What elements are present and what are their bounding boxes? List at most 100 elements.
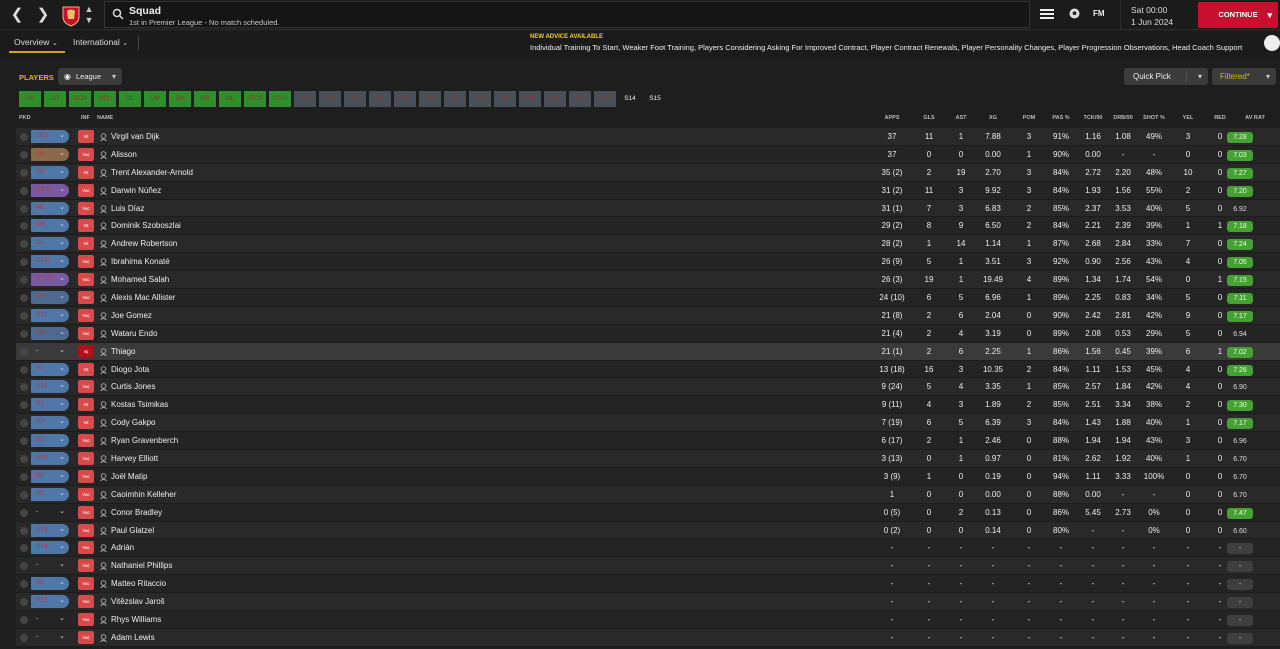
player-name[interactable]: Adam Lewis bbox=[111, 633, 155, 642]
select-radio[interactable] bbox=[20, 598, 28, 607]
chevron-down-icon[interactable]: ▾ bbox=[1198, 68, 1202, 85]
table-row[interactable]: S3 ⌄ Int Cody Gakpo 7 (19) 6 5 6.39 3 84% 1.43 1.88… bbox=[16, 414, 1280, 433]
position-button[interactable]: S15 bbox=[644, 91, 666, 107]
status-badge[interactable]: Vac bbox=[78, 505, 94, 519]
position-button[interactable]: S8 bbox=[469, 91, 491, 107]
player-name[interactable]: Nathaniel Phillips bbox=[111, 561, 172, 570]
league-dropdown[interactable]: ◉ League ▾ bbox=[58, 68, 122, 85]
status-badge[interactable]: Int bbox=[78, 398, 94, 412]
select-radio[interactable] bbox=[20, 150, 28, 159]
role-dropdown[interactable]: S15 ⌄ bbox=[31, 595, 69, 609]
table-row[interactable]: S14 ⌄ Vac Adrián - - - - - - - - - - - - bbox=[16, 539, 1280, 558]
status-badge[interactable]: Vac bbox=[78, 434, 94, 448]
table-row[interactable]: STCR ⌄ Vac Mohamed Salah 26 (3) 19 1 19.49 4 89% 1… bbox=[16, 271, 1280, 290]
select-radio[interactable] bbox=[20, 347, 28, 356]
position-button[interactable]: S6 bbox=[419, 91, 441, 107]
status-badge[interactable]: Vac bbox=[78, 201, 94, 215]
table-row[interactable]: S8 ⌄ Vac Joël Matip 3 (9) 1 0 0.19 0 94% 1.11 3.33 1… bbox=[16, 467, 1280, 486]
role-dropdown[interactable]: S11 ⌄ bbox=[31, 308, 69, 322]
status-badge[interactable]: Vac bbox=[78, 577, 94, 591]
role-dropdown[interactable]: DM ⌄ bbox=[31, 291, 69, 305]
select-radio[interactable] bbox=[20, 490, 28, 499]
player-name[interactable]: Virgil van Dijk bbox=[111, 132, 159, 141]
table-row[interactable]: S2 ⌄ Vac Caoimhin Kelleher 1 0 0 0.00 0 88% 0.00 - -… bbox=[16, 485, 1280, 504]
select-radio[interactable] bbox=[20, 168, 28, 177]
tab-overview[interactable]: Overview ⌄ bbox=[14, 37, 58, 47]
role-dropdown[interactable]: ML ⌄ bbox=[31, 201, 69, 215]
select-radio[interactable] bbox=[20, 508, 28, 517]
status-badge[interactable]: Vac bbox=[78, 452, 94, 466]
forward-arrow-icon[interactable]: ❯ bbox=[34, 6, 52, 24]
select-radio[interactable] bbox=[20, 329, 28, 338]
continue-dropdown-icon[interactable]: ▾ bbox=[1267, 2, 1272, 28]
player-name[interactable]: Vitězslav Jaroš bbox=[111, 597, 165, 606]
position-button[interactable]: DL bbox=[119, 91, 141, 107]
position-button[interactable]: DCR bbox=[69, 91, 91, 107]
table-row[interactable]: DCR ⌄ Vac Ibrahima Konaté 26 (9) 5 1 3.51 3 92% 0.… bbox=[16, 253, 1280, 272]
table-row[interactable]: - ⌄ Inj Thiago 21 (1) 2 6 2.25 1 86% 1.56 0.45 39% 6 1… bbox=[16, 342, 1280, 361]
table-row[interactable]: DR ⌄ Int Trent Alexander-Arnold 35 (2) 2 19 2.7… bbox=[16, 163, 1280, 182]
select-radio[interactable] bbox=[20, 365, 28, 374]
select-radio[interactable] bbox=[20, 133, 28, 141]
status-badge[interactable]: Vac bbox=[78, 255, 94, 269]
column-header-pkd[interactable]: PKD bbox=[19, 115, 31, 121]
table-row[interactable]: DCL ⌄ Int Virgil van Dijk 37 11 1 7.88 3 91% 1.16 1… bbox=[16, 128, 1280, 146]
player-name[interactable]: Matteo Ritaccio bbox=[111, 579, 166, 588]
table-row[interactable]: ML ⌄ Vac Luis Díaz 31 (1) 7 3 6.83 2 85% 2.37 3.53 4… bbox=[16, 199, 1280, 218]
position-button[interactable]: DCL bbox=[94, 91, 116, 107]
select-radio[interactable] bbox=[20, 222, 28, 231]
player-name[interactable]: Darwin Núñez bbox=[111, 186, 161, 195]
continue-button[interactable]: CONTINUE ▾ bbox=[1198, 2, 1278, 28]
select-radio[interactable] bbox=[20, 616, 28, 625]
position-button[interactable]: DM bbox=[169, 91, 191, 107]
table-row[interactable]: DM ⌄ Vac Wataru Endo 21 (4) 2 4 3.19 0 89% 2.08 0.5… bbox=[16, 324, 1280, 343]
column-header-shot[interactable]: SHOT % bbox=[1143, 115, 1165, 121]
status-badge[interactable]: Vac bbox=[78, 559, 94, 573]
table-row[interactable]: S12 ⌄ Vac Curtis Jones 9 (24) 5 4 3.35 1 85% 2.57 1… bbox=[16, 378, 1280, 397]
table-row[interactable]: S1 ⌄ Int Diogo Jota 13 (18) 16 3 10.35 2 84% 1.11 1… bbox=[16, 360, 1280, 379]
player-name[interactable]: Trent Alexander-Arnold bbox=[111, 168, 193, 177]
club-crest-icon[interactable] bbox=[61, 3, 81, 27]
player-name[interactable]: Andrew Robertson bbox=[111, 239, 177, 248]
position-button[interactable]: S11 bbox=[544, 91, 566, 107]
position-button[interactable]: S2 bbox=[319, 91, 341, 107]
column-header-av-rat[interactable]: AV RAT bbox=[1245, 115, 1265, 121]
table-row[interactable]: DM ⌄ Vac Alexis Mac Allister 24 (10) 6 5 6.96 1 8… bbox=[16, 289, 1280, 307]
table-row[interactable]: - ⌄ Vac Nathaniel Phillips - - - - - - - - - - - - bbox=[16, 557, 1280, 576]
role-dropdown[interactable]: S12 ⌄ bbox=[31, 380, 69, 394]
role-dropdown[interactable]: - ⌄ bbox=[31, 345, 69, 358]
position-button[interactable]: S7 bbox=[444, 91, 466, 107]
column-header-yel[interactable]: YEL bbox=[1183, 115, 1194, 121]
avatar[interactable] bbox=[1264, 35, 1280, 51]
table-row[interactable]: S6 ⌄ Vac Matteo Ritaccio - - - - - - - - - - - - bbox=[16, 575, 1280, 594]
role-dropdown[interactable]: STCR ⌄ bbox=[31, 273, 69, 287]
select-radio[interactable] bbox=[20, 401, 28, 410]
table-row[interactable]: MR ⌄ Int Dominik Szoboszlai 29 (2) 8 9 6.50 2 84%… bbox=[16, 217, 1280, 236]
table-row[interactable]: DL ⌄ Int Andrew Robertson 28 (2) 1 14 1.14 1 87% 2… bbox=[16, 235, 1280, 254]
status-badge[interactable]: Vac bbox=[78, 523, 94, 537]
club-down-icon[interactable]: ▼ bbox=[84, 15, 94, 25]
role-dropdown[interactable]: - ⌄ bbox=[31, 506, 69, 519]
role-dropdown[interactable]: - ⌄ bbox=[31, 631, 69, 644]
menu-icon[interactable] bbox=[1040, 8, 1054, 20]
status-badge[interactable]: Vac bbox=[78, 595, 94, 609]
role-dropdown[interactable]: DCR ⌄ bbox=[31, 255, 69, 269]
select-radio[interactable] bbox=[20, 437, 28, 446]
column-header-pom[interactable]: POM bbox=[1023, 115, 1036, 121]
select-radio[interactable] bbox=[20, 580, 28, 589]
player-name[interactable]: Alexis Mac Allister bbox=[111, 293, 175, 302]
position-button[interactable]: DM bbox=[144, 91, 166, 107]
status-badge[interactable]: Vac bbox=[78, 147, 94, 161]
status-badge[interactable]: Int bbox=[78, 237, 94, 251]
table-row[interactable]: S10 ⌄ Vac Harvey Elliott 3 (13) 0 1 0.97 0 81% 2.6… bbox=[16, 450, 1280, 468]
player-name[interactable]: Harvey Elliott bbox=[111, 454, 158, 463]
select-radio[interactable] bbox=[20, 311, 28, 320]
player-name[interactable]: Alisson bbox=[111, 150, 137, 159]
back-arrow-icon[interactable]: ❮ bbox=[8, 6, 26, 24]
select-radio[interactable] bbox=[20, 455, 28, 464]
table-row[interactable]: - ⌄ Vac Conor Bradley 0 (5) 0 2 0.13 0 86% 5.45 2.7… bbox=[16, 503, 1280, 522]
role-dropdown[interactable]: DL ⌄ bbox=[31, 237, 69, 251]
position-button[interactable]: S14 bbox=[619, 91, 641, 107]
status-badge[interactable]: Int bbox=[78, 130, 94, 143]
player-name[interactable]: Cody Gakpo bbox=[111, 418, 155, 427]
